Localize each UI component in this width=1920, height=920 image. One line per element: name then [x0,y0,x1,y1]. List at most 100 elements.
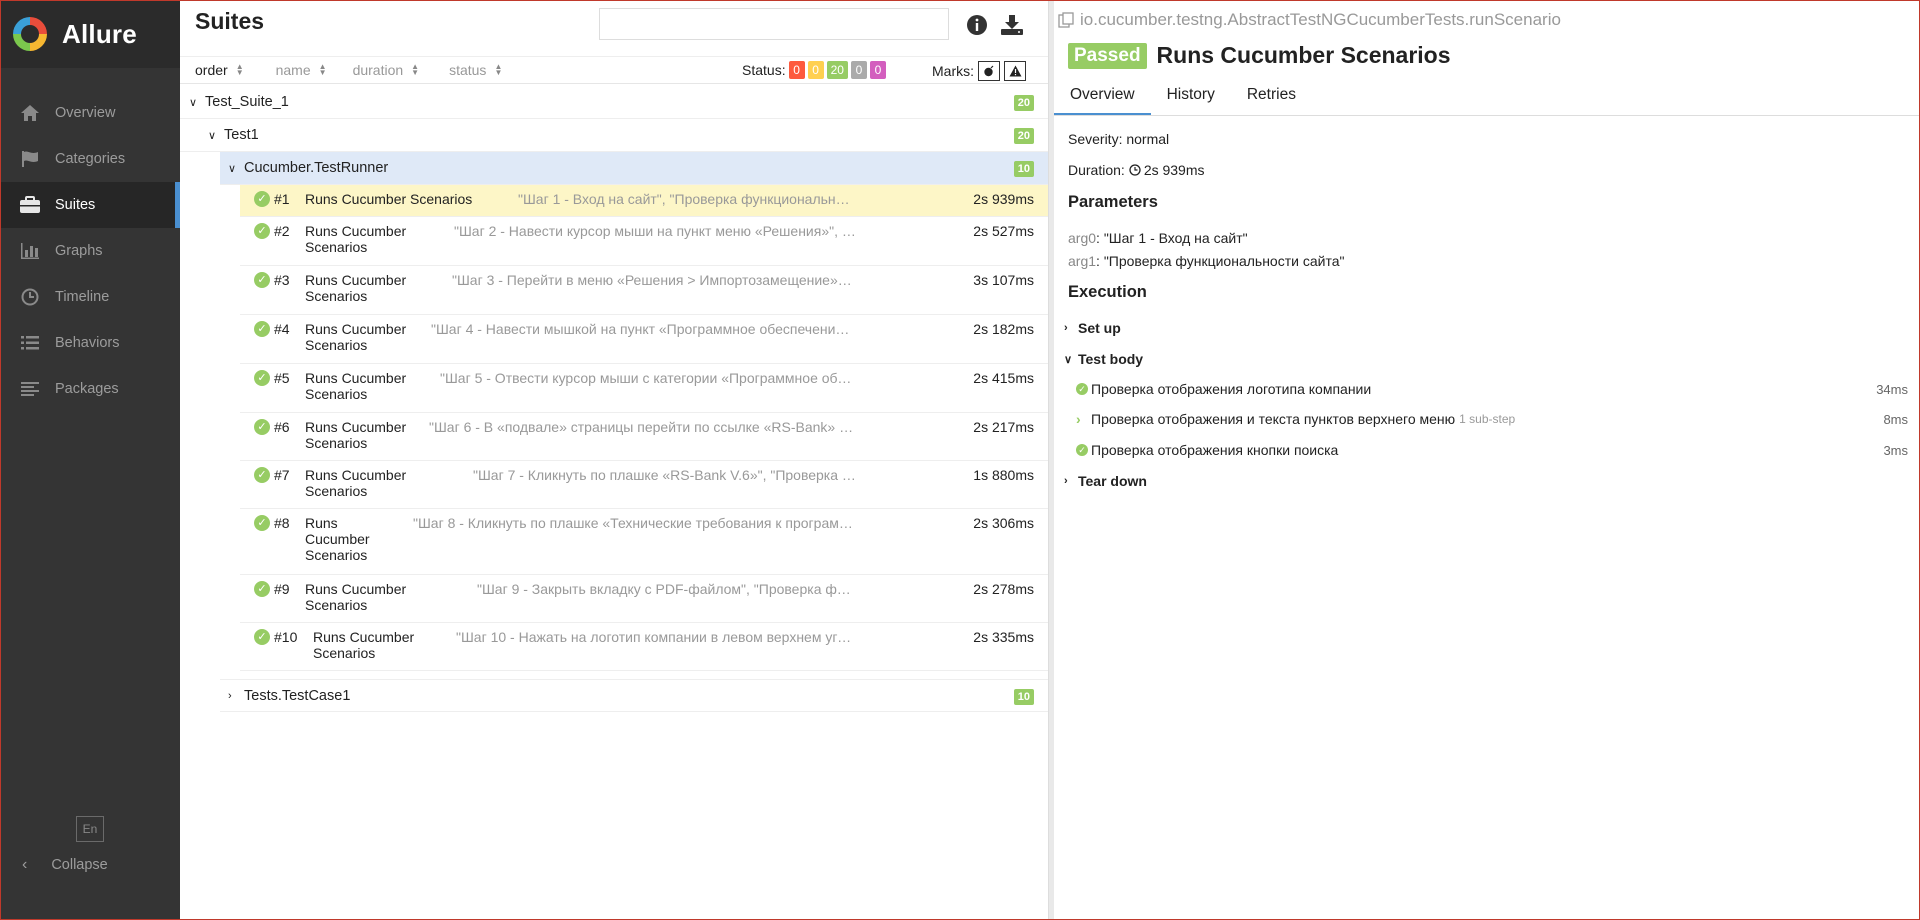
clock-icon [18,287,42,307]
nav-item-behaviors[interactable]: Behaviors [0,320,180,366]
test-title: Passed Runs Cucumber Scenarios [1068,42,1451,69]
status-unknown-toggle[interactable]: 0 [869,61,886,79]
page-title: Suites [195,8,265,34]
passed-check-icon: ✓ [254,515,270,531]
nav-item-packages[interactable]: Packages [0,366,180,412]
download-icon[interactable] [1000,14,1023,36]
list-icon [18,333,42,353]
nav-label: Categories [55,151,126,167]
passed-check-icon: ✓ [254,629,270,645]
step-duration: 34ms [1876,381,1908,397]
step-row[interactable]: › Проверка отображения и текста пунктов … [1064,407,1908,431]
passed-check-icon: ✓ [1076,444,1088,456]
tree-group-test1[interactable]: ∨ Test1 20 [180,119,1048,152]
step-row[interactable]: ✓ Проверка отображения логотипа компании… [1064,377,1908,401]
row-params: "Шаг 9 - Закрыть вкладку с PDF-файлом", … [477,581,856,597]
table-row[interactable]: ✓ #6 Runs Cucumber Scenarios "Шаг 6 - В … [240,413,1048,461]
row-name: Runs Cucumber Scenarios [305,223,407,255]
tree-group-suite1[interactable]: ∨ Test_Suite_1 20 [180,86,1048,119]
row-name: Runs Cucumber Scenarios [305,515,370,563]
chevron-down-icon: ∨ [208,129,217,142]
nav-item-graphs[interactable]: Graphs [0,228,180,274]
duration-value: 2s 939ms [1143,162,1205,178]
table-row[interactable]: ✓ #7 Runs Cucumber Scenarios "Шаг 7 - Кл… [240,461,1048,509]
sort-order[interactable]: order ▲ ▼ [195,62,244,78]
collapse-label: Collapse [51,857,108,873]
passed-check-icon: ✓ [254,272,270,288]
passed-check-icon: ✓ [254,581,270,597]
group-name: Cucumber.TestRunner [244,160,389,176]
param-value: "Проверка функциональности сайта" [1103,253,1345,269]
row-name: Runs Cucumber Scenarios [305,321,407,353]
nav-label: Graphs [55,243,103,259]
test-fullname: io.cucumber.testng.AbstractTestNGCucumbe… [1058,10,1561,30]
nav-item-suites[interactable]: Suites [0,182,180,228]
sort-label: status [449,62,487,78]
table-row[interactable]: ✓ #2 Runs Cucumber Scenarios "Шаг 2 - На… [240,217,1048,266]
brand-name: Allure [62,18,137,49]
nav-item-overview[interactable]: Overview [0,90,180,136]
param-row: arg0: "Шаг 1 - Вход на сайт" [1068,230,1248,246]
home-icon [18,103,42,123]
sort-label: duration [352,62,404,78]
brand[interactable]: Allure [0,0,180,68]
table-row[interactable]: ✓ #9 Runs Cucumber Scenarios "Шаг 9 - За… [240,575,1048,623]
teardown-toggle[interactable]: › Tear down [1064,469,1908,493]
table-row[interactable]: ✓ #1 Runs Cucumber Scenarios "Шаг 1 - Вх… [240,185,1048,217]
group-name: Tests.TestCase1 [244,687,351,704]
search-input[interactable] [599,8,949,40]
row-num: #6 [274,419,290,435]
nav-label: Suites [55,197,96,213]
parameters-heading: Parameters [1068,193,1158,211]
status-passed-toggle[interactable]: 20 [826,61,848,79]
collapse-button[interactable]: ‹ Collapse [0,852,180,878]
tab-overview[interactable]: Overview [1054,80,1151,115]
tab-history[interactable]: History [1151,80,1231,115]
row-duration: 2s 306ms [973,515,1034,531]
tree-group-testcase1[interactable]: › Tests.TestCase1 10 [220,679,1048,712]
setup-toggle[interactable]: › Set up [1064,316,1908,340]
passed-check-icon: ✓ [254,370,270,386]
step-row[interactable]: ✓ Проверка отображения кнопки поиска 3ms [1064,438,1908,462]
nav-item-timeline[interactable]: Timeline [0,274,180,320]
test-body-toggle[interactable]: ∨ Test body [1064,347,1908,371]
allure-logo-icon [13,17,47,51]
info-icon[interactable] [966,14,988,36]
step-duration: 8ms [1883,411,1908,427]
status-broken-toggle[interactable]: 0 [807,61,824,79]
table-row[interactable]: ✓ #4 Runs Cucumber Scenarios "Шаг 4 - На… [240,315,1048,364]
chevron-down-icon: ∨ [1064,353,1073,366]
flaky-mark-toggle[interactable] [978,61,1000,81]
copy-icon[interactable] [1058,12,1074,28]
status-skipped-toggle[interactable]: 0 [850,61,867,79]
nav-label: Packages [55,381,119,397]
table-row[interactable]: ✓ #8 Runs Cucumber Scenarios "Шаг 8 - Кл… [240,509,1048,575]
row-num: #8 [274,515,290,531]
group-name: Test_Suite_1 [205,94,289,110]
chevron-right-icon: › [228,689,232,702]
param-value: "Шаг 1 - Вход на сайт" [1103,230,1248,246]
row-duration: 3s 107ms [973,272,1034,288]
sort-name[interactable]: name ▲ ▼ [276,62,327,78]
sort-duration[interactable]: duration ▲ ▼ [353,62,420,78]
table-row[interactable]: ✓ #10 Runs Cucumber Scenarios "Шаг 10 - … [240,623,1048,671]
language-switch[interactable]: En [76,816,104,842]
sidebar: Allure Overview Categories Suites Graphs… [0,0,180,920]
group-count: 10 [1013,161,1034,177]
sort-arrows-icon: ▲ ▼ [411,62,420,77]
passed-check-icon: ✓ [254,321,270,337]
new-failed-mark-toggle[interactable] [1004,61,1026,81]
step-name: Проверка отображения и текста пунктов ве… [1091,411,1456,427]
test-detail-pane: io.cucumber.testng.AbstractTestNGCucumbe… [1054,0,1920,920]
severity-value: normal [1126,131,1170,147]
status-failed-toggle[interactable]: 0 [788,61,805,79]
table-row[interactable]: ✓ #5 Runs Cucumber Scenarios "Шаг 5 - От… [240,364,1048,413]
chevron-left-icon: ‹ [22,856,28,873]
row-params: "Шаг 6 - В «подвале» страницы перейти по… [429,419,856,435]
passed-check-icon: ✓ [254,191,270,207]
tree-group-testrunner[interactable]: ∨ Cucumber.TestRunner 10 [220,152,1048,185]
tab-retries[interactable]: Retries [1231,80,1312,115]
table-row[interactable]: ✓ #3 Runs Cucumber Scenarios "Шаг 3 - Пе… [240,266,1048,315]
nav-item-categories[interactable]: Categories [0,136,180,182]
sort-status[interactable]: status ▲ ▼ [449,62,502,78]
